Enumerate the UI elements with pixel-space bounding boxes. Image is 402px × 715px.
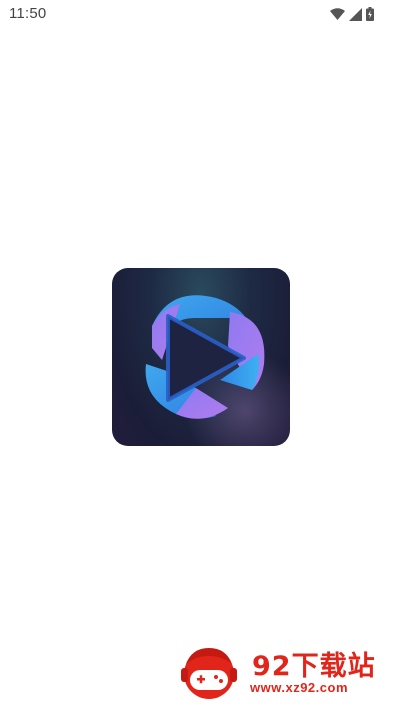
status-time: 11:50 xyxy=(9,5,47,22)
battery-icon xyxy=(366,7,374,21)
status-icons xyxy=(330,6,374,22)
splash-screen: 11:50 92下载站 www.xz92.com xyxy=(0,0,402,715)
watermark-url: www.xz92.com xyxy=(250,680,348,695)
watermark-title: 92下载站 xyxy=(252,651,376,682)
gamepad-mascot-icon xyxy=(181,648,237,699)
status-bar: 11:50 xyxy=(0,0,402,28)
wifi-icon xyxy=(330,8,345,20)
watermark: 92下载站 www.xz92.com xyxy=(172,640,394,704)
app-logo xyxy=(112,268,290,446)
cell-signal-icon xyxy=(349,7,362,21)
play-button-logo-icon xyxy=(145,295,265,419)
